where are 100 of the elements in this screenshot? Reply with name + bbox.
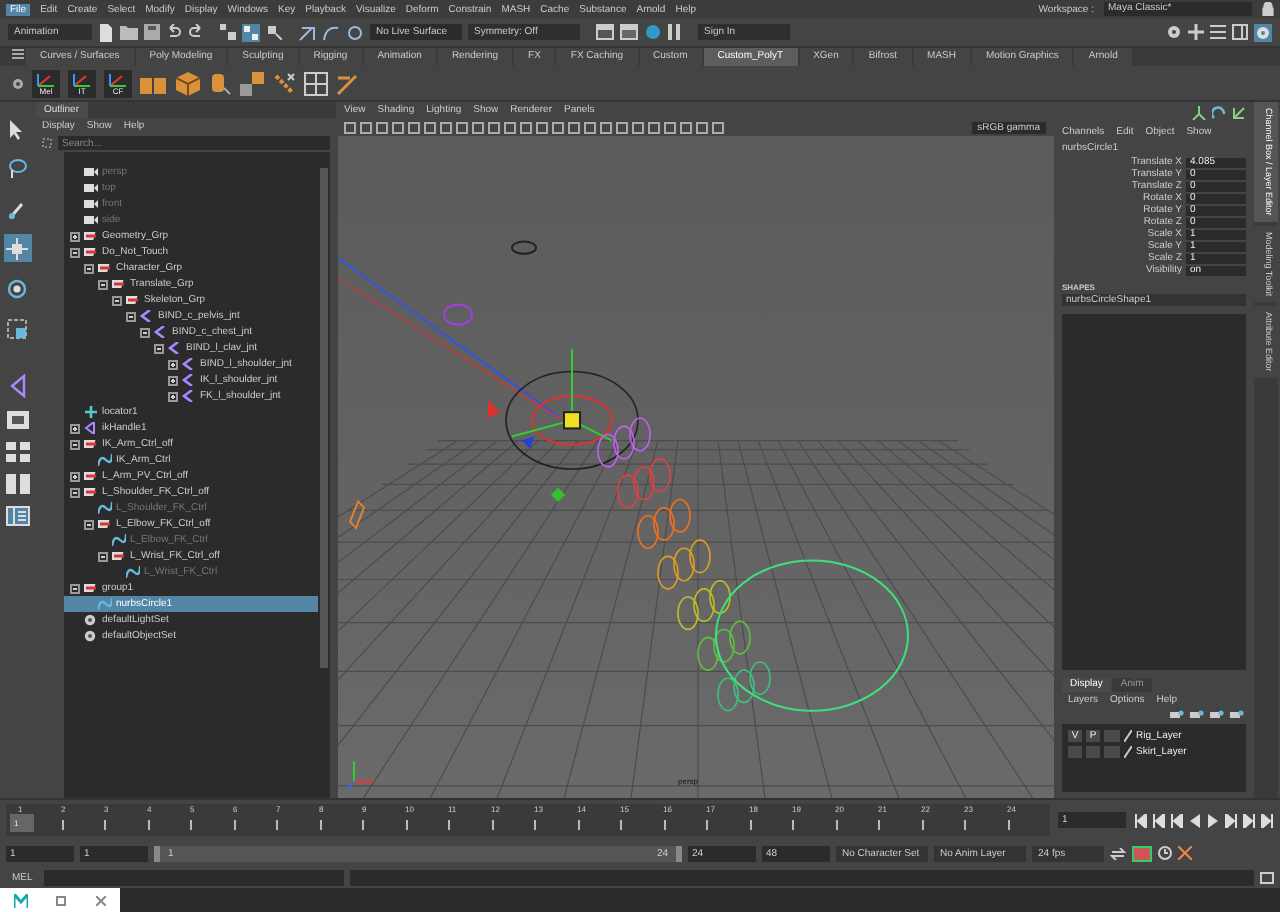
expand-toggle-icon[interactable] xyxy=(84,263,94,273)
expand-toggle-icon[interactable] xyxy=(70,423,80,433)
select-hierarchy-icon[interactable] xyxy=(220,24,236,40)
snap-point-icon[interactable] xyxy=(346,23,364,41)
result-field[interactable] xyxy=(350,869,1254,885)
diagonal-arrow-icon[interactable] xyxy=(1232,106,1246,120)
go-to-end-button[interactable] xyxy=(1260,813,1274,827)
search-options-icon[interactable] xyxy=(42,138,52,148)
play-backward-button[interactable] xyxy=(1188,813,1202,827)
expand-toggle-icon[interactable] xyxy=(168,359,178,369)
maximize-icon[interactable] xyxy=(56,895,67,905)
new-file-icon[interactable] xyxy=(98,23,114,41)
expand-toggle-icon[interactable] xyxy=(168,375,178,385)
go-to-start-button[interactable] xyxy=(1134,813,1148,827)
axes-icon[interactable] xyxy=(1192,106,1206,120)
color-swatch[interactable] xyxy=(1104,746,1120,758)
transform-icon xyxy=(112,278,126,290)
outliner-layout-icon[interactable] xyxy=(5,506,29,526)
transform-icon xyxy=(84,230,98,242)
camera-icon xyxy=(84,182,98,194)
layer-action-icon[interactable] xyxy=(1230,710,1244,720)
list-icon[interactable] xyxy=(1210,24,1226,40)
expand-toggle-icon[interactable] xyxy=(126,311,136,321)
cube-icon[interactable] xyxy=(176,71,200,95)
scissors-icon[interactable] xyxy=(1178,846,1192,860)
step-forward-key-button[interactable] xyxy=(1242,813,1256,827)
select-component-icon[interactable] xyxy=(266,24,282,40)
folder-icon[interactable] xyxy=(120,24,138,40)
color-swatch[interactable] xyxy=(1104,730,1120,742)
autokey-icon[interactable] xyxy=(1132,845,1152,861)
transform-icon xyxy=(98,262,112,274)
transform-icon xyxy=(126,294,140,306)
playback-toggle[interactable] xyxy=(1086,746,1100,758)
clock-icon[interactable] xyxy=(1158,846,1172,860)
layer-action-icon[interactable] xyxy=(1170,710,1184,720)
expand-toggle-icon[interactable] xyxy=(98,551,108,561)
play-forward-button[interactable] xyxy=(1206,813,1220,827)
two-pane-layout-icon[interactable] xyxy=(5,474,29,494)
close-icon[interactable] xyxy=(95,895,106,905)
knife-icon[interactable] xyxy=(336,71,360,95)
manipulator-icon[interactable] xyxy=(7,374,27,398)
gear-icon[interactable] xyxy=(1166,24,1182,40)
snap-curve-icon[interactable] xyxy=(322,23,340,41)
transform-icon xyxy=(84,486,98,498)
four-pane-layout-icon[interactable] xyxy=(5,442,29,462)
redo-icon[interactable] xyxy=(188,24,204,40)
layer-action-icon[interactable] xyxy=(1210,710,1224,720)
curve-icon xyxy=(98,454,112,466)
single-pane-layout-icon[interactable] xyxy=(5,410,29,430)
snap-grid-icon[interactable] xyxy=(298,23,316,41)
expand-toggle-icon[interactable] xyxy=(70,583,80,593)
cylinder-icon[interactable] xyxy=(208,71,232,95)
axis-gizmo-icon xyxy=(345,761,374,791)
loop-icon[interactable] xyxy=(1110,847,1126,859)
render-icon[interactable] xyxy=(596,24,614,40)
locator-icon xyxy=(84,406,98,418)
expand-toggle-icon[interactable] xyxy=(98,279,108,289)
visibility-toggle[interactable] xyxy=(1068,746,1082,758)
save-icon[interactable] xyxy=(144,24,160,40)
expand-toggle-icon[interactable] xyxy=(70,247,80,257)
gear-icon[interactable] xyxy=(12,77,24,89)
expand-toggle-icon[interactable] xyxy=(70,471,80,481)
step-forward-frame-button[interactable] xyxy=(1224,813,1238,827)
scale-tool-icon[interactable] xyxy=(3,314,31,342)
plus-icon[interactable] xyxy=(1188,24,1204,40)
settings-icon[interactable] xyxy=(1254,23,1272,41)
rotate-tool-icon[interactable] xyxy=(3,274,31,302)
transform-icon xyxy=(84,246,98,258)
expand-toggle-icon[interactable] xyxy=(84,519,94,529)
expand-toggle-icon[interactable] xyxy=(70,231,80,241)
expand-toggle-icon[interactable] xyxy=(112,295,122,305)
undo-icon[interactable] xyxy=(166,24,182,40)
grid-icon[interactable] xyxy=(304,71,328,95)
layer-action-icon[interactable] xyxy=(1190,710,1204,720)
axes-icon xyxy=(70,71,94,87)
expand-toggle-icon[interactable] xyxy=(140,327,150,337)
move-tool-icon[interactable] xyxy=(3,234,31,262)
app-icon[interactable] xyxy=(14,893,29,907)
expand-toggle-icon[interactable] xyxy=(70,439,80,449)
step-back-key-button[interactable] xyxy=(1152,813,1166,827)
camera-icon xyxy=(84,214,98,226)
command-field[interactable] xyxy=(44,869,345,885)
expand-toggle-icon[interactable] xyxy=(70,487,80,497)
pause-icon[interactable] xyxy=(668,24,680,40)
ik-handle-icon xyxy=(84,422,98,434)
step-back-frame-button[interactable] xyxy=(1170,813,1184,827)
panel-icon[interactable] xyxy=(1232,24,1248,40)
taskbar-window[interactable] xyxy=(0,888,120,912)
chain-icon[interactable] xyxy=(272,71,296,95)
script-editor-icon[interactable] xyxy=(1260,871,1274,883)
select-object-icon[interactable] xyxy=(242,23,260,41)
clapperboard-icon[interactable] xyxy=(620,24,638,40)
axes-icon xyxy=(106,71,130,87)
curve-icon xyxy=(98,598,112,610)
transform-icon xyxy=(84,582,98,594)
lasso-icon[interactable] xyxy=(3,154,31,182)
expand-toggle-icon[interactable] xyxy=(168,391,178,401)
blocks-icon[interactable] xyxy=(240,71,264,95)
shelf-menu-icon[interactable] xyxy=(12,48,24,60)
expand-toggle-icon[interactable] xyxy=(154,343,164,353)
